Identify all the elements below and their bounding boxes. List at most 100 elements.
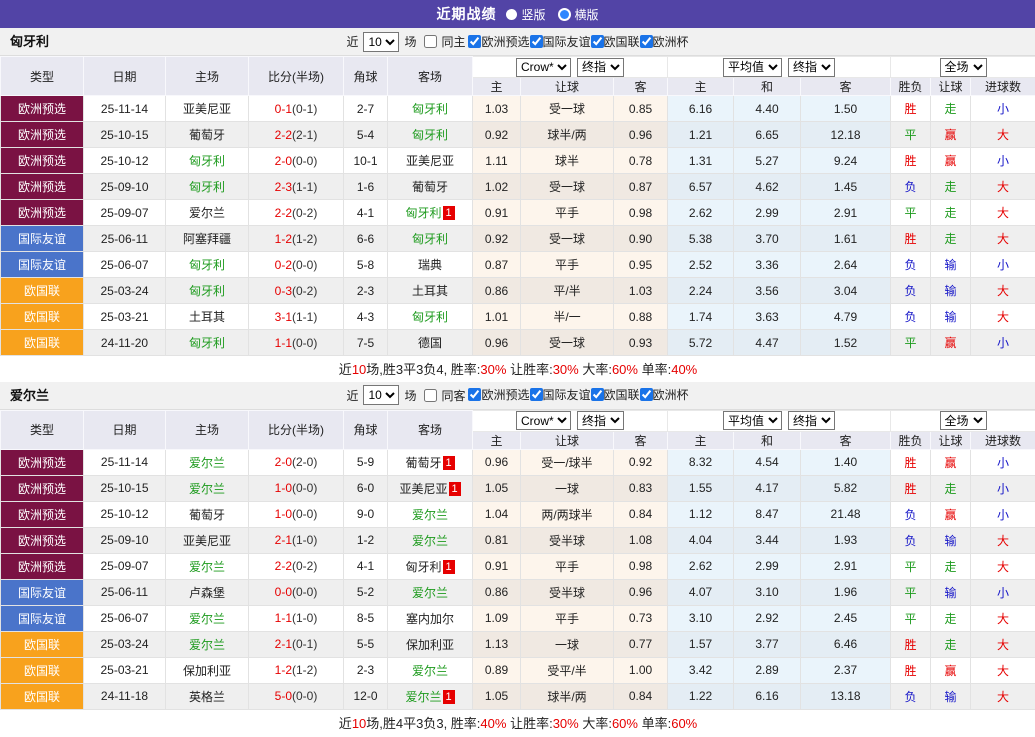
home-team[interactable]: 英格兰 [166,683,249,709]
team-link[interactable]: 匈牙利 [189,180,225,194]
bookmaker-select[interactable]: Crow* [516,411,571,430]
home-team[interactable]: 匈牙利 [166,174,249,200]
team-link[interactable]: 亚美尼亚 [183,534,231,548]
team-link[interactable]: 匈牙利 [189,258,225,272]
team-link[interactable]: 爱尔兰 [412,508,448,522]
team-link[interactable]: 亚美尼亚 [406,154,454,168]
league-filter[interactable]: 欧洲杯 [640,386,689,403]
league-checkbox[interactable] [591,388,604,401]
team-link[interactable]: 匈牙利 [405,206,441,220]
team-link[interactable]: 阿塞拜疆 [183,232,231,246]
home-team[interactable]: 卢森堡 [166,579,249,605]
away-team[interactable]: 匈牙利 [388,304,473,330]
team-link[interactable]: 土耳其 [189,310,225,324]
team-link[interactable]: 爱尔兰 [189,560,225,574]
away-team[interactable]: 爱尔兰 [388,501,473,527]
league-filter[interactable]: 国际友谊 [530,386,591,403]
radio-horizontal-icon[interactable] [558,8,571,21]
team-link[interactable]: 英格兰 [189,690,225,704]
home-team[interactable]: 土耳其 [166,304,249,330]
away-team[interactable]: 爱尔兰1 [388,683,473,709]
match-count-select[interactable]: 10 [363,385,399,405]
radio-vertical-layout[interactable]: 竖版 [506,6,545,23]
away-team[interactable]: 匈牙利 [388,122,473,148]
home-team[interactable]: 爱尔兰 [166,200,249,226]
away-team[interactable]: 塞内加尔 [388,605,473,631]
away-team[interactable]: 爱尔兰 [388,527,473,553]
team-link[interactable]: 瑞典 [418,258,442,272]
average-select[interactable]: 平均值 [723,58,782,77]
league-filter[interactable]: 欧国联 [591,386,640,403]
home-team[interactable]: 爱尔兰 [166,605,249,631]
team-link[interactable]: 爱尔兰 [405,690,441,704]
radio-horizontal-layout[interactable]: 横版 [558,6,599,23]
team-link[interactable]: 爱尔兰 [189,612,225,626]
team-link[interactable]: 匈牙利 [412,128,448,142]
team-link[interactable]: 葡萄牙 [405,456,441,470]
away-team[interactable]: 亚美尼亚 [388,148,473,174]
away-team[interactable]: 匈牙利1 [388,200,473,226]
match-count-select[interactable]: 10 [363,32,399,52]
team-link[interactable]: 葡萄牙 [189,508,225,522]
away-team[interactable]: 保加利亚 [388,631,473,657]
league-checkbox[interactable] [591,35,604,48]
team-link[interactable]: 爱尔兰 [189,638,225,652]
league-filter[interactable]: 欧国联 [591,33,640,50]
final-odds-select[interactable]: 终指 [577,411,624,430]
league-checkbox[interactable] [468,35,481,48]
team-link[interactable]: 爱尔兰 [412,586,448,600]
team-link[interactable]: 匈牙利 [189,284,225,298]
home-team[interactable]: 爱尔兰 [166,553,249,579]
team-link[interactable]: 匈牙利 [189,154,225,168]
away-team[interactable]: 匈牙利 [388,226,473,252]
league-checkbox[interactable] [640,388,653,401]
team-link[interactable]: 匈牙利 [412,232,448,246]
away-team[interactable]: 亚美尼亚1 [388,475,473,501]
league-checkbox[interactable] [468,388,481,401]
team-link[interactable]: 匈牙利 [412,102,448,116]
team-link[interactable]: 保加利亚 [406,638,454,652]
same-side-checkbox[interactable] [424,389,437,402]
team-link[interactable]: 葡萄牙 [412,180,448,194]
away-team[interactable]: 葡萄牙 [388,174,473,200]
team-link[interactable]: 土耳其 [412,284,448,298]
team-link[interactable]: 匈牙利 [189,336,225,350]
final-odds-select[interactable]: 终指 [577,58,624,77]
away-team[interactable]: 瑞典 [388,252,473,278]
team-link[interactable]: 匈牙利 [412,310,448,324]
average-select[interactable]: 平均值 [723,411,782,430]
team-link[interactable]: 亚美尼亚 [399,482,447,496]
league-checkbox[interactable] [640,35,653,48]
team-link[interactable]: 爱尔兰 [189,206,225,220]
league-checkbox[interactable] [530,35,543,48]
team-link[interactable]: 爱尔兰 [189,482,225,496]
fulltime-select[interactable]: 全场 [940,411,987,430]
league-filter[interactable]: 欧洲预选 [468,386,529,403]
home-team[interactable]: 匈牙利 [166,148,249,174]
away-team[interactable]: 匈牙利 [388,96,473,122]
league-filter[interactable]: 欧洲预选 [468,33,529,50]
team-link[interactable]: 爱尔兰 [412,534,448,548]
team-link[interactable]: 亚美尼亚 [183,102,231,116]
team-link[interactable]: 葡萄牙 [189,128,225,142]
final-odds-select-2[interactable]: 终指 [788,58,835,77]
final-odds-select-2[interactable]: 终指 [788,411,835,430]
league-filter[interactable]: 国际友谊 [530,33,591,50]
same-side-checkbox[interactable] [424,35,437,48]
home-team[interactable]: 阿塞拜疆 [166,226,249,252]
away-team[interactable]: 德国 [388,330,473,356]
league-filter[interactable]: 欧洲杯 [640,33,689,50]
team-link[interactable]: 塞内加尔 [406,612,454,626]
home-team[interactable]: 亚美尼亚 [166,96,249,122]
away-team[interactable]: 爱尔兰 [388,657,473,683]
away-team[interactable]: 葡萄牙1 [388,449,473,475]
team-link[interactable]: 德国 [418,336,442,350]
radio-vertical-icon[interactable] [506,9,517,20]
away-team[interactable]: 爱尔兰 [388,579,473,605]
team-link[interactable]: 匈牙利 [405,560,441,574]
home-team[interactable]: 爱尔兰 [166,475,249,501]
home-team[interactable]: 葡萄牙 [166,501,249,527]
bookmaker-select[interactable]: Crow* [516,58,571,77]
home-team[interactable]: 亚美尼亚 [166,527,249,553]
team-link[interactable]: 卢森堡 [189,586,225,600]
